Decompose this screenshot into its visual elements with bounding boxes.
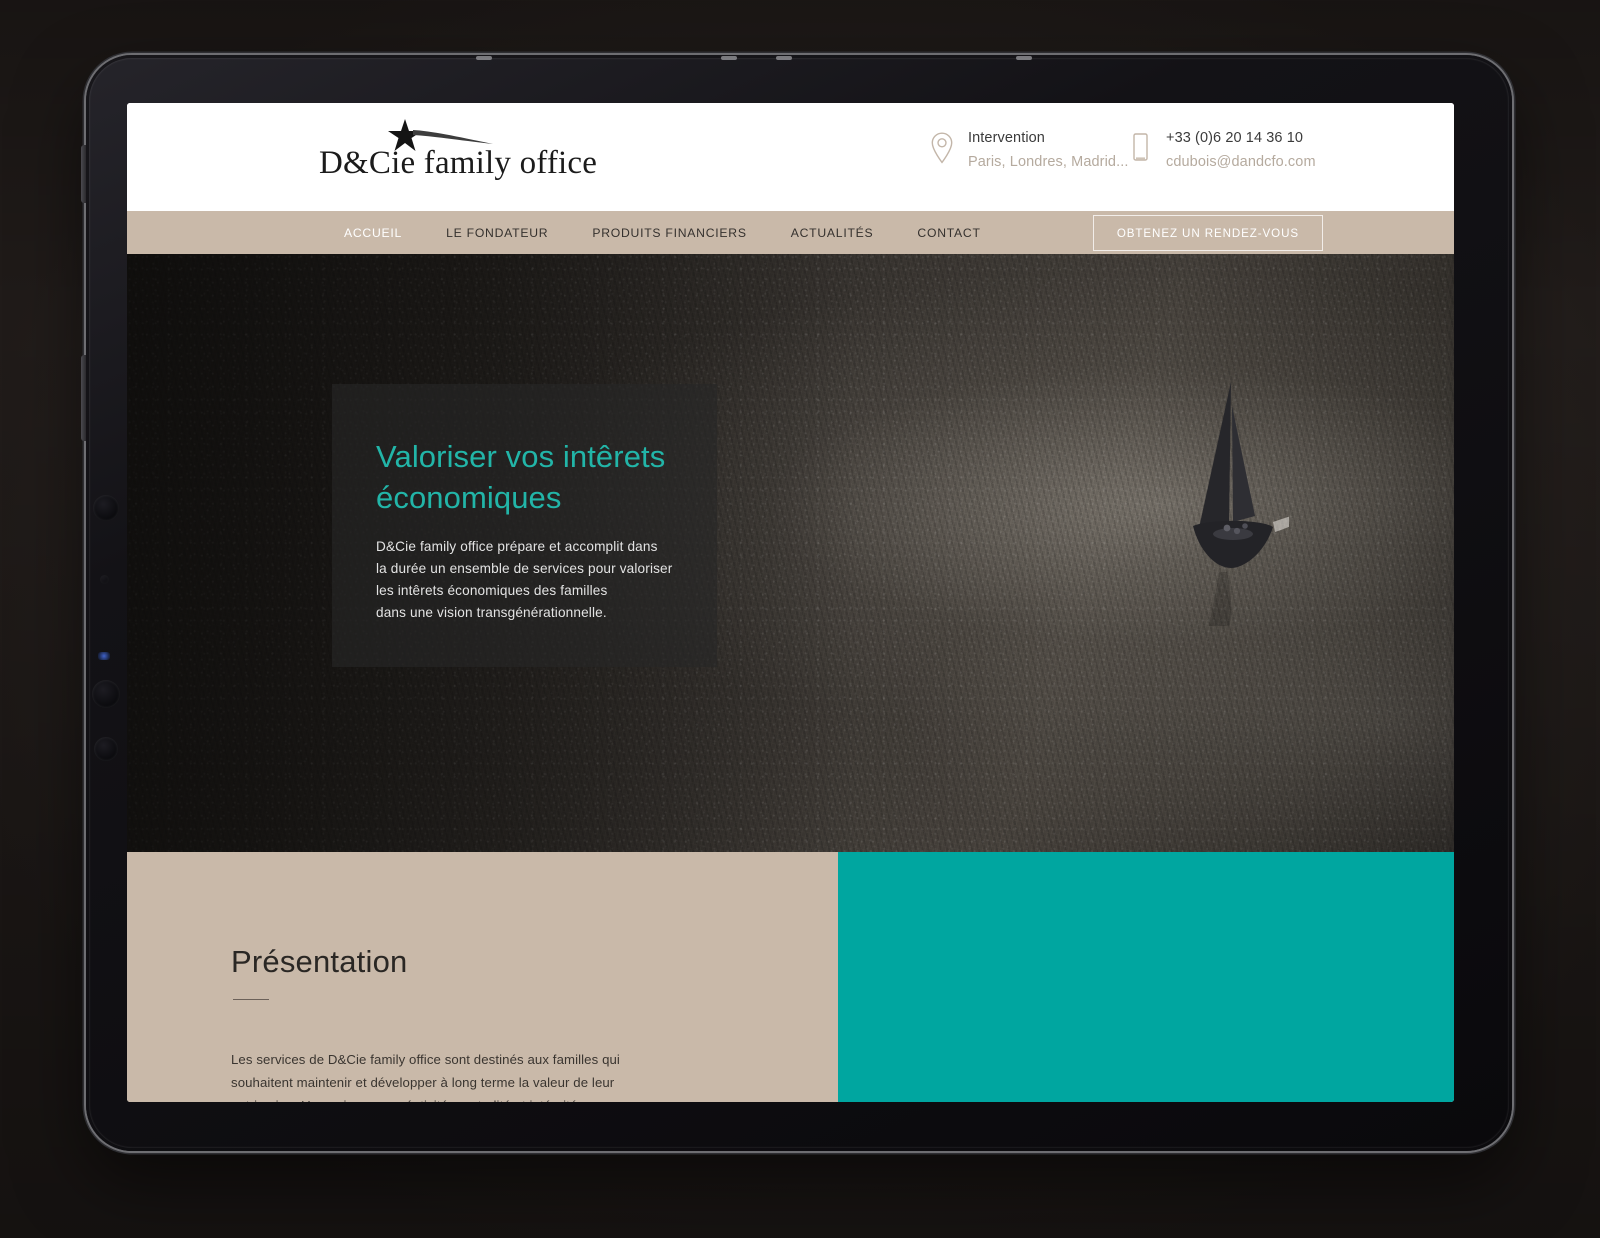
nav-item-actualites[interactable]: ACTUALITÉS <box>769 226 896 240</box>
header-contact-phone-lines: +33 (0)6 20 14 36 10 cdubois@dandcfo.com <box>1166 129 1316 169</box>
device-sensor-dot <box>93 495 119 521</box>
nav-item-contact[interactable]: CONTACT <box>895 226 1002 240</box>
hero-body-line-3: les intêrets économiques des familles <box>376 583 608 598</box>
nav-item-accueil[interactable]: ACCUEIL <box>322 226 424 240</box>
presentation-title: Présentation <box>231 944 408 979</box>
tablet-device-frame: D&Cie family office Intervention Paris, … <box>81 55 1512 1151</box>
presentation-panel: Présentation Les services de D&Cie famil… <box>127 852 838 1102</box>
contact-location-value: Paris, Londres, Madrid... <box>968 153 1129 170</box>
presentation-paragraph-1: Les services de D&Cie family office sont… <box>231 1052 620 1102</box>
header-contact-location-lines: Intervention Paris, Londres, Madrid... <box>968 129 1128 169</box>
hero-body-line-1: D&Cie family office prépare et accomplit… <box>376 539 658 554</box>
content-panels: Présentation Les services de D&Cie famil… <box>127 852 1454 1102</box>
site-header: D&Cie family office Intervention Paris, … <box>127 103 1454 211</box>
contact-phone-number[interactable]: +33 (0)6 20 14 36 10 <box>1166 131 1316 146</box>
device-antenna-line <box>776 56 792 60</box>
device-sensor-dot <box>94 737 118 761</box>
header-contact-location: Intervention Paris, Londres, Madrid... <box>929 129 1128 169</box>
device-antenna-line <box>721 56 737 60</box>
hero-text-card: Valoriser vos intêrets économiques D&Cie… <box>332 384 717 667</box>
website-viewport: D&Cie family office Intervention Paris, … <box>127 103 1454 1102</box>
device-power-button[interactable] <box>81 145 86 203</box>
hero-section: Valoriser vos intêrets économiques D&Cie… <box>127 254 1454 852</box>
nav-item-list: ACCUEIL LE FONDATEUR PRODUITS FINANCIERS… <box>322 226 1003 240</box>
device-sensor-dot <box>92 680 120 708</box>
sailboat-icon <box>1193 382 1289 626</box>
site-logo-text: D&Cie family office <box>319 145 598 181</box>
device-antenna-line <box>1016 56 1032 60</box>
device-volume-up-button[interactable] <box>81 355 86 441</box>
header-contact-phone: +33 (0)6 20 14 36 10 cdubois@dandcfo.com <box>1127 129 1316 169</box>
presentation-title-rule <box>233 999 269 1000</box>
site-logo[interactable]: D&Cie family office <box>319 117 598 197</box>
hero-title: Valoriser vos intêrets économiques <box>376 436 676 518</box>
hero-body-line-4: dans une vision transgénérationnelle. <box>376 605 607 620</box>
tablet-screen: D&Cie family office Intervention Paris, … <box>127 103 1454 1102</box>
hero-title-line-1: Valoriser vos intêrets <box>376 439 666 474</box>
nav-item-produits-financiers[interactable]: PRODUITS FINANCIERS <box>570 226 768 240</box>
contact-location-label: Intervention <box>968 130 1045 146</box>
hero-description: D&Cie family office prépare et accomplit… <box>376 536 681 624</box>
presentation-body: Les services de D&Cie family office sont… <box>231 1048 631 1102</box>
nav-item-le-fondateur[interactable]: LE FONDATEUR <box>424 226 570 240</box>
main-navigation: ACCUEIL LE FONDATEUR PRODUITS FINANCIERS… <box>127 211 1454 254</box>
mobile-phone-icon <box>1133 133 1148 161</box>
device-antenna-line <box>476 56 492 60</box>
appointment-cta-button[interactable]: OBTENEZ UN RENDEZ-VOUS <box>1092 215 1323 251</box>
contact-email[interactable]: cdubois@dandcfo.com <box>1166 154 1316 170</box>
actualite-panel: Actualité <box>838 852 1454 1102</box>
device-status-led <box>98 652 110 660</box>
hero-body-line-2: la durée un ensemble de services pour va… <box>376 561 673 576</box>
hero-title-line-2: économiques <box>376 480 562 515</box>
device-microphone-dot <box>100 575 109 584</box>
map-pin-icon <box>931 132 953 164</box>
